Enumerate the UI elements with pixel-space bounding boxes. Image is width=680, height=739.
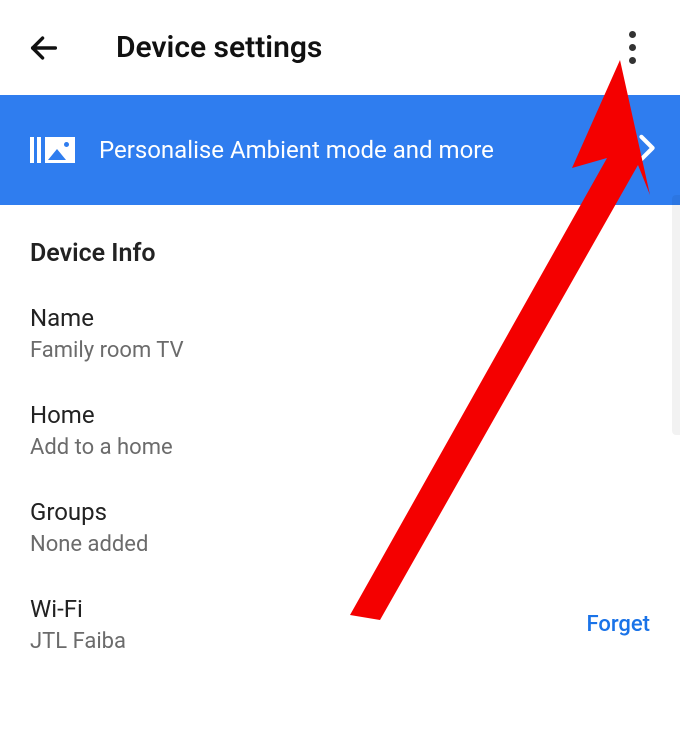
row-name[interactable]: Name Family room TV [0, 286, 680, 383]
scrollbar[interactable] [672, 195, 680, 435]
row-label: Groups [30, 498, 650, 526]
row-label: Home [30, 401, 650, 429]
more-options-button[interactable] [608, 24, 656, 72]
row-value: JTL Faiba [30, 629, 586, 654]
row-home[interactable]: Home Add to a home [0, 383, 680, 480]
row-value: None added [30, 532, 650, 557]
back-button[interactable] [20, 24, 68, 72]
arrow-back-icon [27, 31, 61, 65]
row-label: Wi-Fi [30, 595, 586, 623]
row-wifi[interactable]: Wi-Fi JTL Faiba Forget [0, 577, 680, 674]
more-vert-icon [629, 31, 636, 38]
ambient-mode-label: Personalise Ambient mode and more [99, 136, 494, 164]
row-label: Name [30, 304, 650, 332]
chevron-right-icon [638, 134, 656, 166]
app-bar: Device settings [0, 0, 680, 95]
forget-wifi-button[interactable]: Forget [586, 612, 650, 637]
section-title-device-info: Device Info [0, 205, 680, 286]
row-value: Family room TV [30, 338, 650, 363]
page-title: Device settings [116, 30, 322, 65]
ambient-mode-banner[interactable]: Personalise Ambient mode and more [0, 95, 680, 205]
row-value: Add to a home [30, 435, 650, 460]
row-groups[interactable]: Groups None added [0, 480, 680, 577]
ambient-mode-icon [30, 137, 75, 163]
